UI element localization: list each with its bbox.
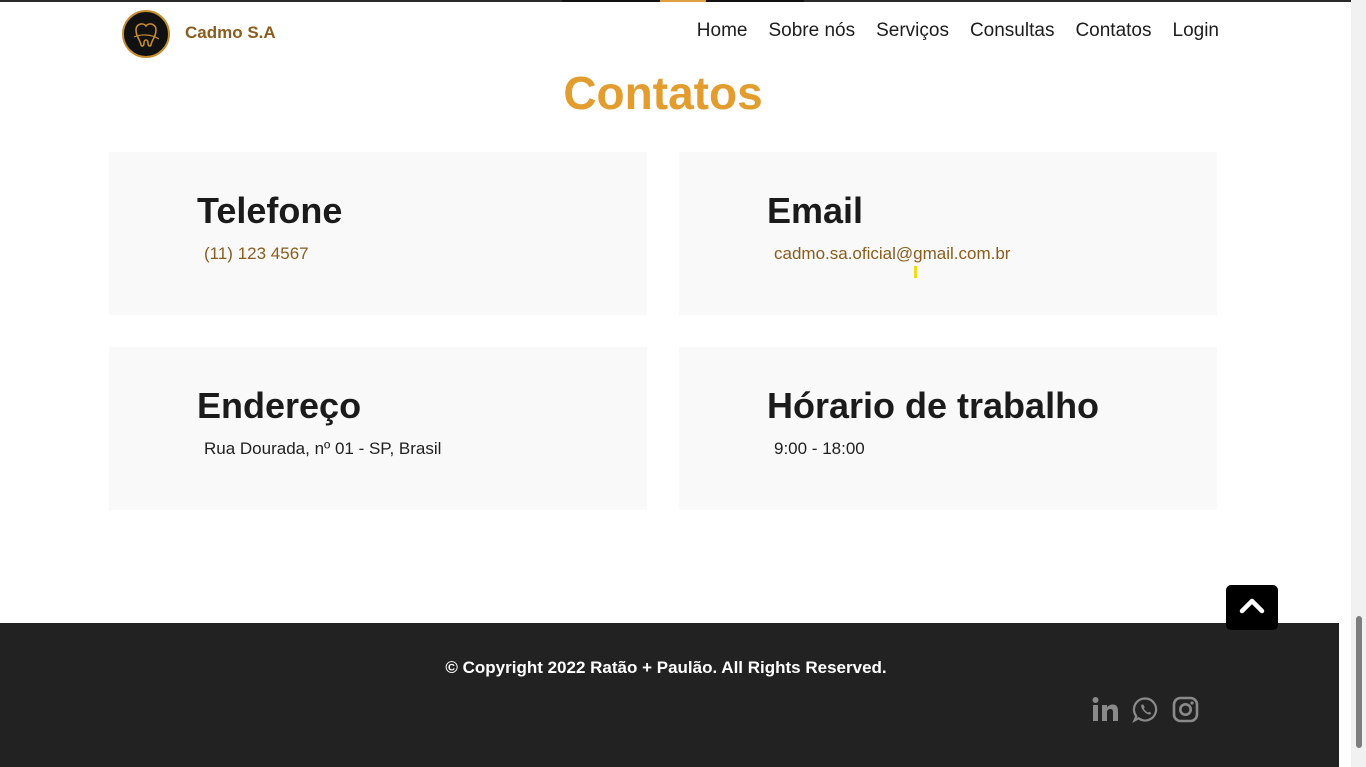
phone-link[interactable]: (11) 123 4567 (204, 244, 309, 264)
contact-card-email: Email cadmo.sa.oficial@gmail.com.br (679, 152, 1217, 315)
contact-card-horario: Hórario de trabalho 9:00 - 18:00 (679, 347, 1217, 510)
contact-card-telefone: Telefone (11) 123 4567 (109, 152, 647, 315)
copyright-text: © Copyright 2022 Ratão + Paulão. All Rig… (445, 658, 887, 677)
text-cursor (914, 266, 917, 278)
social-links (1091, 695, 1199, 723)
brand-name[interactable]: Cadmo S.A (185, 23, 276, 43)
nav-servicos[interactable]: Serviços (876, 20, 949, 42)
nav-contatos[interactable]: Contatos (1075, 20, 1151, 42)
chevron-up-icon (1239, 596, 1265, 619)
main-nav: Home Sobre nós Serviços Consultas Contat… (697, 20, 1219, 42)
address-text: Rua Dourada, nº 01 - SP, Brasil (204, 439, 442, 458)
logo-icon[interactable] (122, 10, 170, 58)
back-to-top-button[interactable] (1226, 585, 1278, 630)
card-title: Hórario de trabalho (767, 385, 1100, 426)
site-header: Cadmo S.A Home Sobre nós Serviços Consul… (0, 2, 1340, 64)
site-footer: © Copyright 2022 Ratão + Paulão. All Rig… (0, 623, 1339, 767)
hours-text: 9:00 - 18:00 (774, 439, 865, 458)
linkedin-icon[interactable] (1091, 695, 1119, 723)
nav-home[interactable]: Home (697, 20, 748, 42)
whatsapp-icon[interactable] (1131, 695, 1159, 723)
contact-card-endereco: Endereço Rua Dourada, nº 01 - SP, Brasil (109, 347, 647, 510)
card-title: Email (767, 190, 864, 231)
nav-sobre-nos[interactable]: Sobre nós (768, 20, 855, 42)
card-title: Endereço (197, 385, 362, 426)
card-title: Telefone (197, 190, 343, 231)
instagram-icon[interactable] (1171, 695, 1199, 723)
nav-consultas[interactable]: Consultas (970, 20, 1055, 42)
section-title: Contatos (563, 67, 763, 119)
scrollbar-thumb[interactable] (1356, 616, 1362, 748)
email-link[interactable]: cadmo.sa.oficial@gmail.com.br (774, 244, 1010, 264)
nav-login[interactable]: Login (1173, 20, 1220, 42)
scrollbar[interactable] (1351, 0, 1366, 767)
